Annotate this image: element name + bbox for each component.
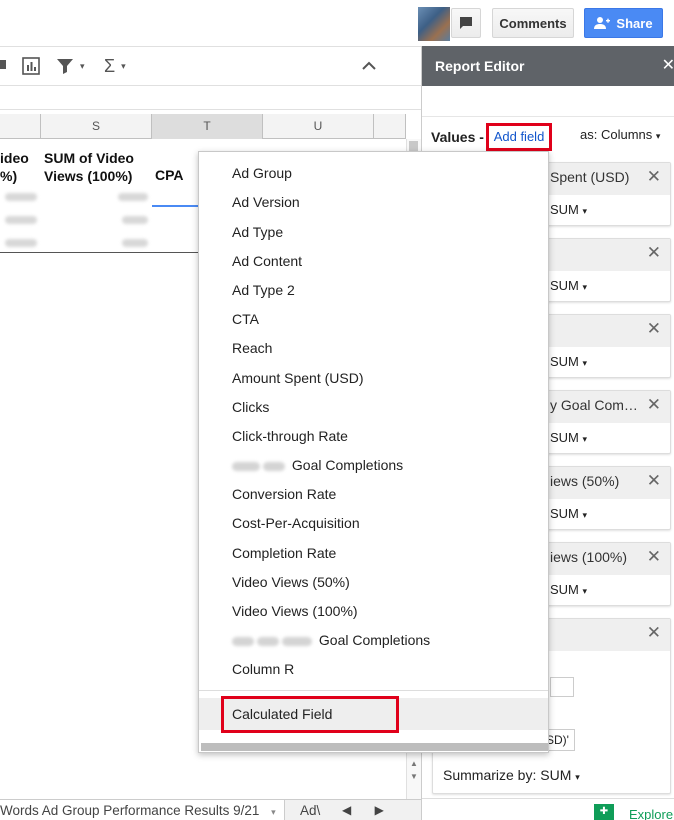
summarize-dropdown[interactable]: SUM ▾ bbox=[550, 506, 587, 521]
avatar[interactable] bbox=[418, 7, 450, 41]
filter-dropdown-icon[interactable]: ▾ bbox=[80, 61, 85, 72]
share-button[interactable]: Share bbox=[584, 8, 663, 38]
menu-item-clicks[interactable]: Clicks bbox=[199, 393, 548, 422]
tab-scroll-left-icon[interactable]: ◀ bbox=[342, 803, 351, 817]
chat-icon bbox=[460, 17, 472, 29]
tab-menu-icon[interactable]: ▾ bbox=[271, 807, 276, 817]
tab-scroll-right-icon[interactable]: ▶ bbox=[375, 803, 384, 817]
insert-chart-icon[interactable] bbox=[22, 56, 40, 76]
sheet-tabs-bar: Words Ad Group Performance Results 9/21 … bbox=[0, 799, 421, 820]
column-header-s[interactable]: S bbox=[41, 114, 152, 139]
explore-button[interactable]: Explore bbox=[629, 807, 673, 820]
blurred-cell bbox=[5, 193, 37, 201]
chat-button[interactable] bbox=[451, 8, 481, 38]
remove-value-icon[interactable]: ✕ bbox=[647, 623, 661, 643]
menu-item-video-views-100[interactable]: Video Views (100%) bbox=[199, 597, 548, 626]
menu-item-ad-content[interactable]: Ad Content bbox=[199, 247, 548, 276]
values-label: Values - bbox=[431, 129, 484, 145]
remove-value-icon[interactable]: ✕ bbox=[647, 547, 661, 567]
blurred-cell bbox=[5, 216, 37, 224]
tab-scroll-arrows: ◀ ▶ bbox=[342, 800, 384, 820]
menu-item-cost-per-acquisition[interactable]: Cost-Per-Acquisition bbox=[199, 509, 548, 538]
cell-header-video[interactable]: ideo %) bbox=[0, 149, 29, 185]
add-field-menu: Ad Group Ad Version Ad Type Ad Content A… bbox=[198, 151, 549, 753]
menu-item-ad-type[interactable]: Ad Type bbox=[199, 218, 548, 247]
blurred-cell bbox=[5, 239, 37, 247]
summarize-dropdown[interactable]: SUM ▾ bbox=[550, 430, 587, 445]
column-header-t[interactable]: T bbox=[152, 114, 263, 139]
column-header-u[interactable]: U bbox=[263, 114, 374, 139]
menu-item-reach[interactable]: Reach bbox=[199, 334, 548, 363]
summarize-dropdown[interactable]: SUM ▾ bbox=[550, 582, 587, 597]
comment-icon[interactable] bbox=[0, 56, 8, 76]
menu-item-conversion-rate[interactable]: Conversion Rate bbox=[199, 480, 548, 509]
blurred-cell bbox=[122, 216, 148, 224]
remove-value-icon[interactable]: ✕ bbox=[647, 243, 661, 263]
summarize-dropdown[interactable]: SUM ▾ bbox=[550, 202, 587, 217]
column-header-r[interactable] bbox=[0, 114, 41, 139]
cell-header-cpa[interactable]: CPA bbox=[155, 166, 184, 184]
filter-icon[interactable]: ▾ bbox=[56, 56, 85, 76]
menu-horizontal-scrollbar[interactable] bbox=[201, 743, 548, 751]
menu-item-ad-version[interactable]: Ad Version bbox=[199, 188, 548, 217]
summarize-by-dropdown[interactable]: Summarize by: SUM ▾ bbox=[443, 767, 580, 783]
sheet-tab-active[interactable]: Words Ad Group Performance Results 9/21 … bbox=[0, 800, 285, 820]
explore-bar: ✚ Explore bbox=[422, 798, 674, 820]
blurred-cell bbox=[118, 193, 148, 201]
menu-item-goal-completions-2[interactable]: Goal Completions bbox=[199, 626, 548, 655]
cell-header-sum-video-views[interactable]: SUM of Video Views (100%) bbox=[44, 149, 134, 185]
remove-value-icon[interactable]: ✕ bbox=[647, 471, 661, 491]
display-as-dropdown[interactable]: as: Columns ▾ bbox=[580, 127, 660, 142]
value-card-title: Spent (USD) bbox=[550, 169, 630, 185]
collapse-toolbar-icon[interactable] bbox=[362, 56, 376, 76]
top-bar: Comments Share bbox=[0, 0, 674, 46]
highlight-box bbox=[221, 696, 399, 733]
menu-divider bbox=[199, 690, 548, 691]
menu-item-column-r[interactable]: Column R bbox=[199, 655, 548, 684]
menu-item-amount-spent[interactable]: Amount Spent (USD) bbox=[199, 364, 548, 393]
menu-item-click-through-rate[interactable]: Click-through Rate bbox=[199, 422, 548, 451]
scroll-down-icon[interactable]: ▼ bbox=[410, 772, 418, 781]
comments-button[interactable]: Comments bbox=[492, 8, 574, 38]
menu-item-cta[interactable]: CTA bbox=[199, 305, 548, 334]
blurred-cell bbox=[122, 239, 148, 247]
report-editor-title: Report Editor bbox=[435, 58, 525, 74]
name-input[interactable] bbox=[550, 677, 574, 697]
sheet-tab-label: Words Ad Group Performance Results 9/21 bbox=[0, 803, 260, 818]
divider bbox=[422, 116, 674, 117]
sheet-tab[interactable]: Ad\ bbox=[300, 800, 320, 820]
close-icon[interactable]: ✕ bbox=[662, 46, 674, 86]
menu-item-completion-rate[interactable]: Completion Rate bbox=[199, 539, 548, 568]
share-label: Share bbox=[616, 15, 653, 31]
menu-item-ad-group[interactable]: Ad Group bbox=[199, 159, 548, 188]
remove-value-icon[interactable]: ✕ bbox=[647, 319, 661, 339]
add-field-link[interactable]: Add field bbox=[486, 123, 552, 151]
column-headers: S T U bbox=[0, 114, 406, 139]
remove-value-icon[interactable]: ✕ bbox=[647, 395, 661, 415]
menu-item-ad-type-2[interactable]: Ad Type 2 bbox=[199, 276, 548, 305]
report-editor-header: Report Editor ✕ bbox=[422, 46, 674, 86]
menu-item-video-views-50[interactable]: Video Views (50%) bbox=[199, 568, 548, 597]
remove-value-icon[interactable]: ✕ bbox=[647, 167, 661, 187]
summarize-dropdown[interactable]: SUM ▾ bbox=[550, 278, 587, 293]
summarize-dropdown[interactable]: SUM ▾ bbox=[550, 354, 587, 369]
person-add-icon bbox=[594, 17, 611, 29]
formula-bar[interactable] bbox=[0, 86, 421, 110]
menu-item-goal-completions-1[interactable]: Goal Completions bbox=[199, 451, 548, 480]
sheet-toolbar: ▾ Σ ▾ bbox=[0, 46, 421, 86]
sigma-functions-icon[interactable]: Σ ▾ bbox=[104, 56, 126, 76]
scroll-up-icon[interactable]: ▲ bbox=[410, 759, 418, 768]
column-header-v[interactable] bbox=[374, 114, 406, 139]
explore-icon[interactable]: ✚ bbox=[594, 804, 614, 820]
